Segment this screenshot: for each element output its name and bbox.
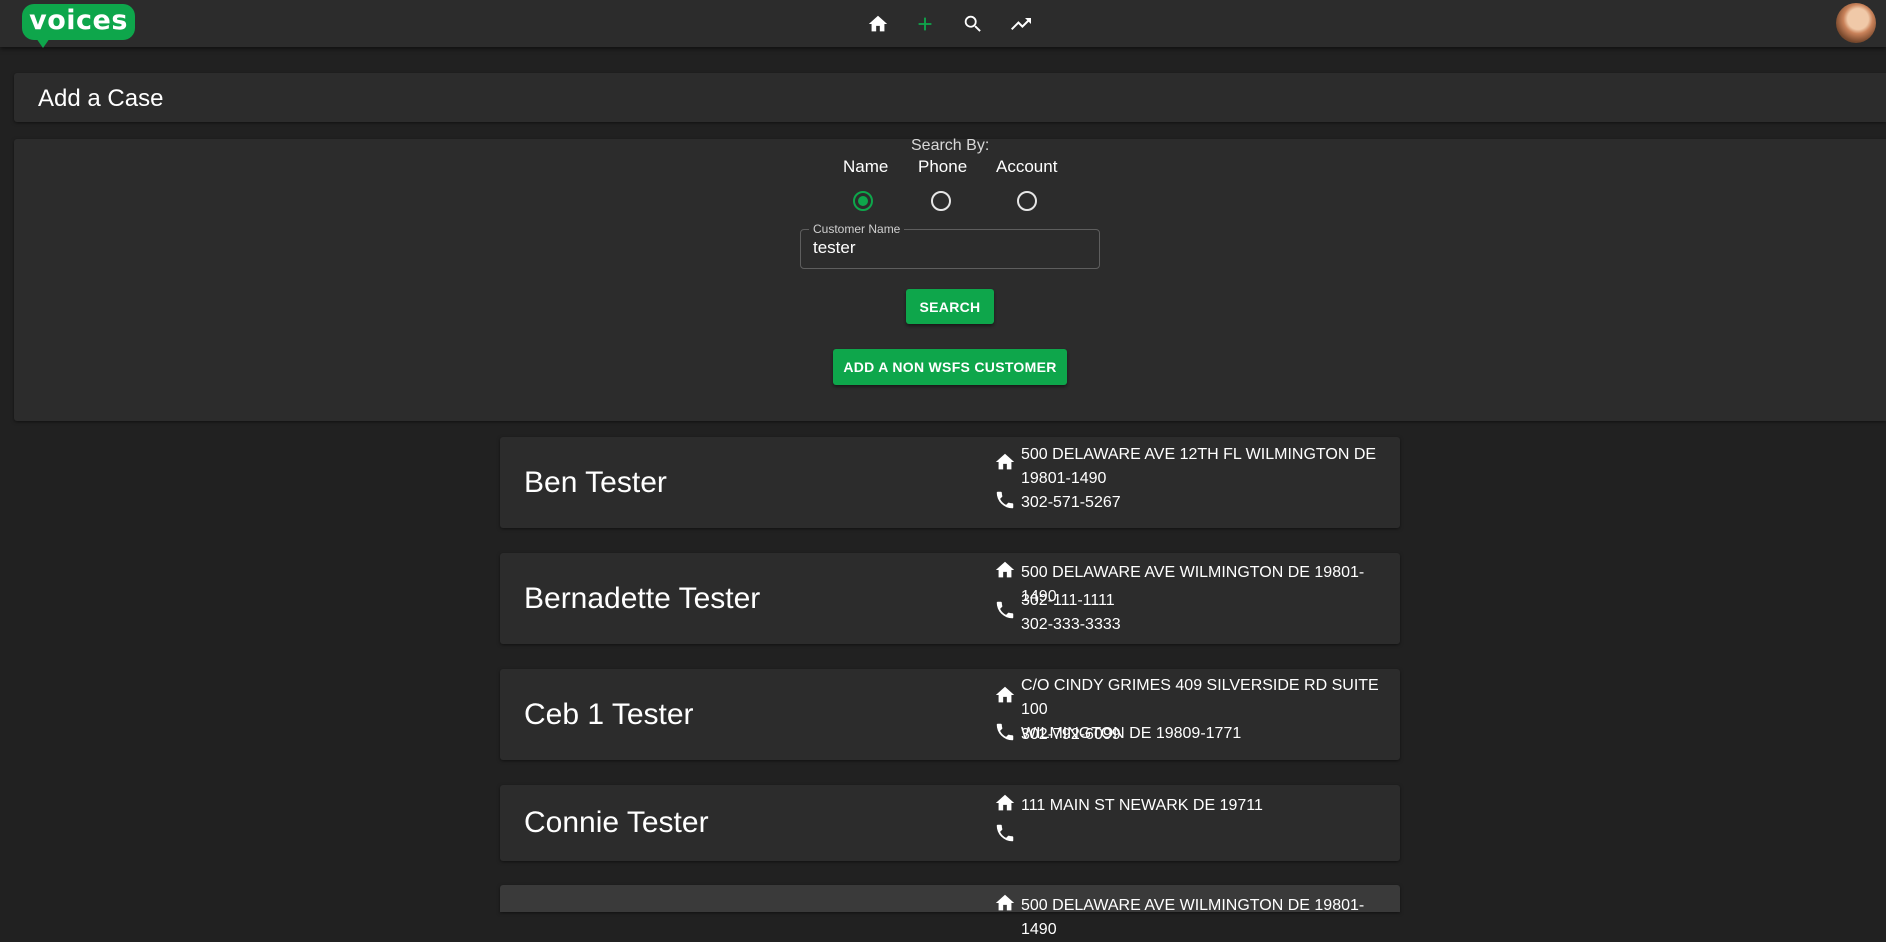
add-non-wsfs-customer-button[interactable]: ADD A NON WSFS CUSTOMER bbox=[833, 349, 1067, 385]
customer-name-field[interactable]: Customer Name bbox=[800, 222, 1100, 269]
radio-phone[interactable] bbox=[931, 191, 951, 211]
phone-icon bbox=[996, 824, 1014, 842]
customer-name: Ceb 1 Tester bbox=[524, 698, 694, 731]
customer-name-input[interactable] bbox=[813, 237, 1083, 259]
trending-up-icon[interactable] bbox=[1007, 10, 1035, 38]
customer-address: 111 MAIN ST NEWARK DE 19711 bbox=[1021, 797, 1263, 814]
user-avatar[interactable] bbox=[1836, 3, 1876, 43]
home-icon bbox=[995, 686, 1015, 703]
search-by-label: Search By: bbox=[911, 137, 990, 154]
home-icon bbox=[995, 894, 1015, 911]
logo-tail bbox=[36, 38, 50, 48]
home-icon bbox=[995, 453, 1015, 470]
top-app-bar: voices bbox=[0, 0, 1886, 48]
phone-icon bbox=[996, 601, 1014, 619]
phone-icon bbox=[996, 723, 1014, 741]
result-card[interactable]: Ben Tester 500 DELAWARE AVE 12TH FL WILM… bbox=[500, 437, 1400, 528]
logo-text: voices bbox=[29, 4, 128, 36]
home-icon[interactable] bbox=[864, 10, 892, 38]
search-icon[interactable] bbox=[959, 10, 987, 38]
customer-address: 500 DELAWARE AVE WILMINGTON DE 19801-149… bbox=[1021, 897, 1365, 938]
address-line: 19801-1490 bbox=[1021, 470, 1107, 487]
radio-account[interactable] bbox=[1017, 191, 1037, 211]
page-title: Add a Case bbox=[38, 85, 164, 112]
customer-phone: 302-571-5267 bbox=[1021, 494, 1121, 511]
phone-icon bbox=[996, 491, 1014, 509]
address-line: 500 DELAWARE AVE 12TH FL WILMINGTON DE bbox=[1021, 446, 1377, 463]
phone-line: 302-111-1111 bbox=[1021, 592, 1115, 609]
radio-label-name: Name bbox=[843, 157, 889, 176]
voices-logo[interactable]: voices bbox=[22, 4, 135, 48]
radio-label-phone: Phone bbox=[918, 157, 968, 176]
customer-phone: 302-792-6099 bbox=[1021, 726, 1121, 743]
radio-name[interactable] bbox=[853, 191, 873, 211]
plus-icon[interactable] bbox=[911, 10, 939, 38]
result-card[interactable]: Ceb 1 Tester C/O CINDY GRIMES 409 SILVER… bbox=[500, 669, 1400, 760]
customer-name: Connie Tester bbox=[524, 806, 709, 839]
page-header-card: Add a Case bbox=[14, 73, 1886, 122]
home-icon bbox=[995, 561, 1015, 578]
result-card[interactable]: 500 DELAWARE AVE WILMINGTON DE 19801-149… bbox=[500, 885, 1400, 938]
radio-label-account: Account bbox=[996, 157, 1058, 176]
home-icon bbox=[995, 794, 1015, 811]
customer-name: Ben Tester bbox=[524, 466, 667, 499]
phone-line: 302-333-3333 bbox=[1021, 616, 1121, 633]
customer-phones: 302-111-1111 302-333-3333 bbox=[1021, 589, 1397, 637]
result-card[interactable]: Connie Tester 111 MAIN ST NEWARK DE 1971… bbox=[500, 785, 1400, 861]
address-line: C/O CINDY GRIMES 409 SILVERSIDE RD SUITE… bbox=[1021, 677, 1379, 718]
customer-name: Bernadette Tester bbox=[524, 582, 761, 615]
result-card[interactable]: Bernadette Tester 500 DELAWARE AVE WILMI… bbox=[500, 553, 1400, 644]
customer-name-label: Customer Name bbox=[809, 222, 905, 236]
search-button[interactable]: SEARCH bbox=[906, 289, 994, 324]
customer-address: 500 DELAWARE AVE 12TH FL WILMINGTON DE 1… bbox=[1021, 443, 1397, 491]
